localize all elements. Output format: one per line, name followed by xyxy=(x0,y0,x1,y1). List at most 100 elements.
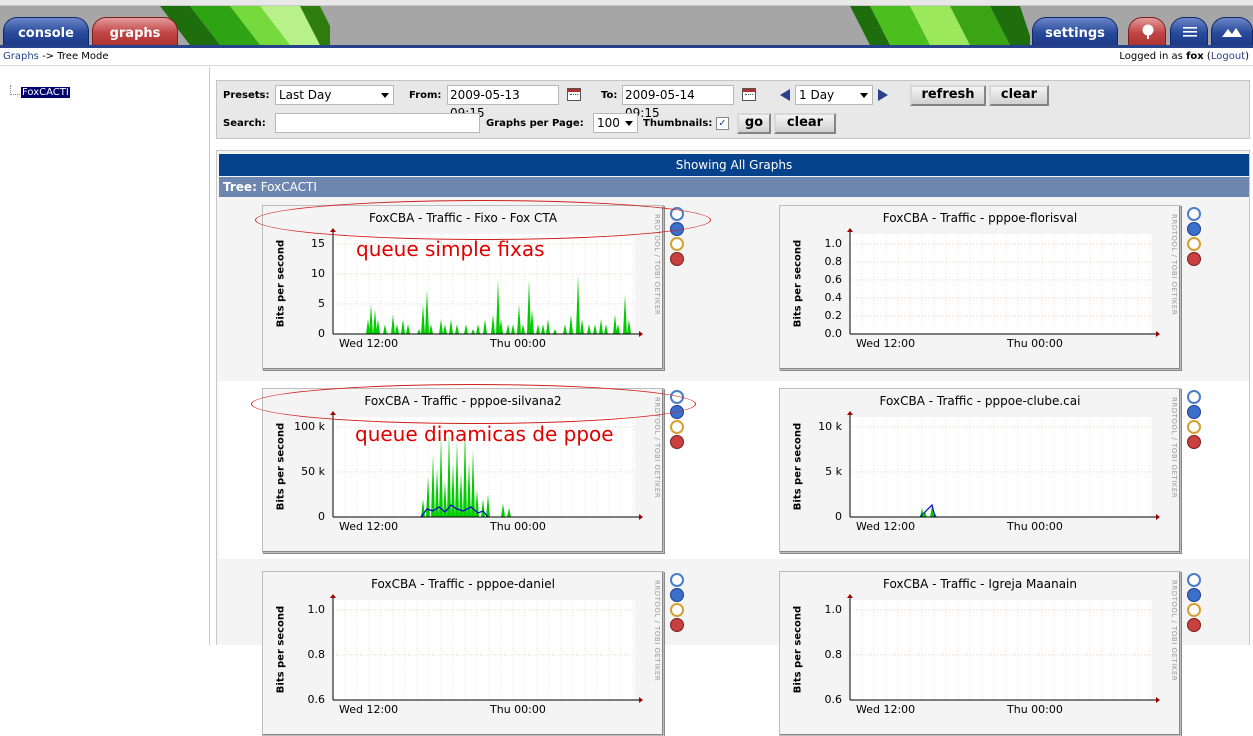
tree-connector xyxy=(10,85,20,95)
zoom-icon[interactable] xyxy=(670,573,684,587)
properties-icon[interactable] xyxy=(670,603,684,617)
annotation-text-1: queue simple fixas xyxy=(356,237,545,261)
go-button[interactable]: go xyxy=(737,113,771,134)
graph-x-tick: Wed 12:00 xyxy=(339,520,399,533)
graph-watermark: RRDTOOL / TOBI OETIKER xyxy=(1170,397,1178,499)
from-calendar-icon[interactable] xyxy=(567,88,581,101)
csv-export-icon[interactable] xyxy=(1187,222,1201,236)
graph-y-tick: 5 xyxy=(318,297,325,310)
graph-title: FoxCBA - Traffic - Igreja Maanain xyxy=(882,577,1077,591)
presets-value: Last Day xyxy=(279,88,332,102)
properties-icon[interactable] xyxy=(1187,603,1201,617)
back-to-top-icon[interactable] xyxy=(670,435,684,449)
clear-search-button[interactable]: clear xyxy=(774,113,836,134)
graph-y-axis-label: Bits per second xyxy=(792,239,804,328)
back-to-top-icon[interactable] xyxy=(1187,435,1201,449)
graph-x-tick: Wed 12:00 xyxy=(856,520,916,533)
tree-icon xyxy=(1142,24,1154,39)
presets-label: Presets: xyxy=(223,90,270,101)
graph-x-tick: Wed 12:00 xyxy=(339,337,399,350)
graph-image[interactable]: FoxCBA - Traffic - pppoe-florisval Bits p… xyxy=(779,205,1181,370)
graph-y-tick: 0.2 xyxy=(824,309,843,322)
preview-view-button[interactable] xyxy=(1211,17,1253,45)
graph-y-tick: 0.6 xyxy=(824,693,843,706)
graph-x-tick: Thu 00:00 xyxy=(1007,520,1063,533)
timespan-value: 1 Day xyxy=(799,88,835,102)
graph-plot xyxy=(847,594,1160,703)
presets-select[interactable]: Last Day xyxy=(275,85,394,105)
from-date-input[interactable]: 2009-05-13 09:15 xyxy=(447,85,559,120)
graph-image[interactable]: FoxCBA - Traffic - pppoe-daniel Bits per … xyxy=(262,571,664,736)
graph-y-tick: 15 xyxy=(311,237,325,250)
breadcrumb-current: Tree Mode xyxy=(57,51,109,62)
zoom-icon[interactable] xyxy=(1187,573,1201,587)
properties-icon[interactable] xyxy=(670,420,684,434)
graph-watermark: RRDTOOL / TOBI OETIKER xyxy=(653,580,661,682)
showing-header: Showing All Graphs xyxy=(219,154,1249,176)
shift-left-icon[interactable] xyxy=(780,89,790,101)
back-to-top-icon[interactable] xyxy=(670,252,684,266)
graph-y-tick: 50 k xyxy=(301,465,325,478)
tab-graphs[interactable]: graphs xyxy=(92,17,178,45)
breadcrumb-separator: -> xyxy=(42,51,55,62)
clear-button[interactable]: clear xyxy=(989,85,1049,106)
to-calendar-icon[interactable] xyxy=(742,88,756,101)
graph-preview-icon xyxy=(1222,28,1242,37)
graphs-per-page-select[interactable]: 100 xyxy=(593,113,638,133)
graph-y-axis-label: Bits per second xyxy=(275,422,287,511)
properties-icon[interactable] xyxy=(1187,420,1201,434)
properties-icon[interactable] xyxy=(670,237,684,251)
login-user: fox xyxy=(1186,51,1204,62)
properties-icon[interactable] xyxy=(1187,237,1201,251)
tree-node-foxcacti[interactable]: FoxCACTI xyxy=(21,87,70,98)
graph-plot xyxy=(847,411,1160,520)
top-header: console graphs settings xyxy=(0,0,1253,48)
chevron-down-icon xyxy=(625,121,633,126)
list-view-button[interactable] xyxy=(1170,17,1208,45)
from-label: From: xyxy=(409,90,442,101)
back-to-top-icon[interactable] xyxy=(1187,252,1201,266)
timespan-select[interactable]: 1 Day xyxy=(795,85,873,105)
graph-plot xyxy=(847,228,1160,337)
graph-image[interactable]: FoxCBA - Traffic - pppoe-clube.cai Bits p… xyxy=(779,388,1181,553)
thumbnails-checkbox[interactable]: ✓ xyxy=(716,117,729,130)
back-to-top-icon[interactable] xyxy=(1187,618,1201,632)
graph-watermark: RRDTOOL / TOBI OETIKER xyxy=(1170,214,1178,316)
graph-x-tick: Thu 00:00 xyxy=(1007,337,1063,350)
graph-y-tick: 0.8 xyxy=(307,648,326,661)
tree-header-name: FoxCACTI xyxy=(260,180,317,194)
csv-export-icon[interactable] xyxy=(1187,588,1201,602)
tab-console[interactable]: console xyxy=(3,17,89,45)
chevron-down-icon xyxy=(381,93,389,98)
tree-view-button[interactable] xyxy=(1128,17,1166,45)
csv-export-icon[interactable] xyxy=(1187,405,1201,419)
graph-watermark: RRDTOOL / TOBI OETIKER xyxy=(1170,580,1178,682)
graph-y-axis-label: Bits per second xyxy=(275,605,287,694)
refresh-button[interactable]: refresh xyxy=(910,85,986,106)
graph-image[interactable]: FoxCBA - Traffic - Igreja Maanain Bits pe… xyxy=(779,571,1181,736)
graph-y-tick: 1.0 xyxy=(307,603,326,616)
graph-y-tick: 0.8 xyxy=(824,648,843,661)
graph-x-tick: Thu 00:00 xyxy=(490,337,546,350)
tab-settings[interactable]: settings xyxy=(1032,17,1118,45)
zoom-icon[interactable] xyxy=(1187,390,1201,404)
logout-link[interactable]: Logout xyxy=(1211,51,1245,62)
graph-title: FoxCBA - Traffic - pppoe-clube.cai xyxy=(879,394,1081,408)
graph-y-tick: 0.6 xyxy=(307,693,326,706)
annotation-ellipse-1 xyxy=(255,200,711,240)
breadcrumb: Graphs -> Tree Mode xyxy=(3,49,109,65)
zoom-icon[interactable] xyxy=(1187,207,1201,221)
search-input[interactable] xyxy=(275,113,480,133)
to-label: To: xyxy=(601,90,618,101)
chevron-down-icon xyxy=(860,93,868,98)
csv-export-icon[interactable] xyxy=(670,588,684,602)
graph-x-tick: Wed 12:00 xyxy=(339,703,399,716)
to-date-input[interactable]: 2009-05-14 09:15 xyxy=(622,85,734,120)
breadcrumb-graphs-link[interactable]: Graphs xyxy=(3,51,39,62)
graph-plot xyxy=(330,594,643,703)
back-to-top-icon[interactable] xyxy=(670,618,684,632)
list-icon xyxy=(1183,27,1197,37)
graph-y-tick: 0.8 xyxy=(824,255,843,268)
shift-right-icon[interactable] xyxy=(878,89,888,101)
graph-y-tick: 100 k xyxy=(294,420,325,433)
